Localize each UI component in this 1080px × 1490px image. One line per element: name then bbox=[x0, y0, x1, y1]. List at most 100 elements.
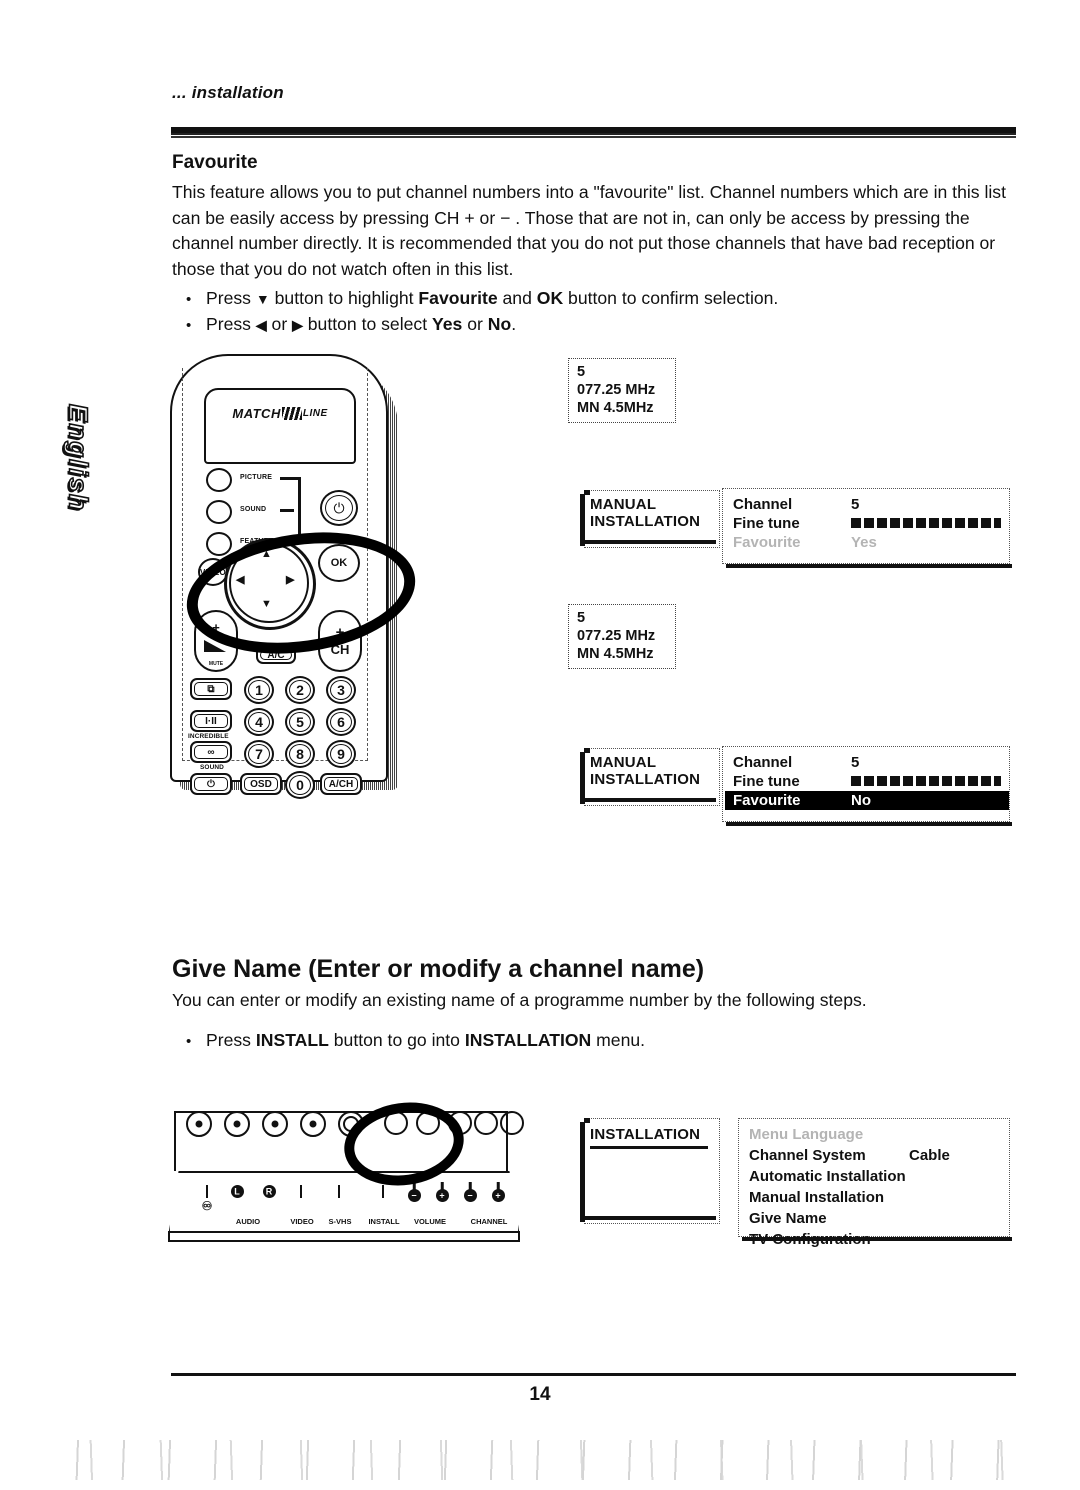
footer-rule bbox=[171, 1373, 1016, 1376]
remote-key-4[interactable]: 4 bbox=[244, 708, 274, 736]
video-jack[interactable] bbox=[300, 1111, 326, 1137]
logo-text-match: MATCH bbox=[232, 405, 281, 421]
bullet-post: button to confirm selection. bbox=[568, 288, 779, 308]
incredible-sound-icon: ∞ bbox=[207, 746, 215, 758]
remote-osd-button[interactable]: OSD bbox=[240, 773, 282, 795]
scan-artifact bbox=[60, 1440, 1020, 1480]
remote-key-7[interactable]: 7 bbox=[244, 740, 274, 768]
headphone-stem-icon bbox=[205, 1185, 209, 1198]
left-arrow-icon: ◀ bbox=[255, 317, 267, 333]
osd-install-row-menu-language[interactable]: Menu Language bbox=[739, 1124, 1009, 1145]
osd-install-automatic-label: Automatic Installation bbox=[749, 1168, 906, 1185]
remote-feature-button[interactable] bbox=[206, 532, 232, 556]
osd-install-row-manual[interactable]: Manual Installation bbox=[739, 1187, 1009, 1208]
remote-key-0-label: 0 bbox=[296, 777, 304, 793]
remote-picture-label: PICTURE bbox=[240, 474, 273, 481]
bullet-text: Press ◀ or ▶ button to select Yes or No. bbox=[206, 312, 1016, 338]
remote-key-2-label: 2 bbox=[296, 682, 304, 698]
osd-freq1-system: MN 4.5MHz bbox=[577, 400, 654, 416]
osd-install-row-channel-system[interactable]: Channel System Cable bbox=[739, 1145, 1009, 1166]
remote-key-1[interactable]: 1 bbox=[244, 676, 274, 704]
bullet-bold-installation: INSTALLATION bbox=[464, 1030, 592, 1050]
remote-picture-button[interactable] bbox=[206, 468, 232, 492]
osd-panel2-channel-value: 5 bbox=[851, 754, 860, 771]
volume-down-control[interactable]: − bbox=[404, 1189, 424, 1204]
finetune-meter-icon bbox=[851, 518, 1001, 528]
osd-installation-title-box: INSTALLATION bbox=[580, 1118, 720, 1230]
remote-ach-button[interactable]: A/CH bbox=[320, 773, 362, 795]
remote-key-3[interactable]: 3 bbox=[326, 676, 356, 704]
remote-key-1-label: 1 bbox=[255, 682, 263, 698]
osd-menu-title-box-1: MANUAL INSTALLATION bbox=[580, 490, 720, 554]
remote-dual-sound-button[interactable]: I·II bbox=[190, 710, 232, 732]
headphone-icon: ♾ bbox=[201, 1199, 213, 1213]
remote-key-6[interactable]: 6 bbox=[326, 708, 356, 736]
headphone-jack[interactable] bbox=[186, 1111, 212, 1137]
volume-up-control[interactable]: + bbox=[432, 1189, 452, 1204]
remote-power-button[interactable]: ⏻ bbox=[320, 490, 358, 526]
osd-installation-bar-left bbox=[580, 1122, 585, 1222]
video-stem-icon bbox=[299, 1185, 303, 1198]
channel-down-knob-icon: − bbox=[463, 1189, 477, 1202]
osd-panel2-favourite-label: Favourite bbox=[733, 792, 801, 809]
bullet-mid: button to select bbox=[307, 314, 428, 334]
logo-text-line: LINE bbox=[302, 407, 328, 419]
osd-freq2-channel: 5 bbox=[577, 610, 586, 626]
channel-up-control[interactable]: + bbox=[488, 1189, 508, 1204]
svhs-control[interactable] bbox=[326, 1185, 352, 1200]
remote-sound-connector bbox=[280, 509, 294, 512]
remote-incredible-sound-button[interactable]: ∞ bbox=[190, 741, 232, 763]
bullet-bold-ok: OK bbox=[536, 288, 564, 308]
remote-key-2[interactable]: 2 bbox=[285, 676, 315, 704]
bullet-mid: button to highlight bbox=[274, 288, 414, 308]
bullet-mid: button to go into bbox=[333, 1030, 460, 1050]
osd-menu-title-2: MANUAL INSTALLATION bbox=[590, 754, 701, 788]
tv-front-panel-illustration: ♾ L R AUDIO VIDEO S-VHS INSTALL − + VOLU… bbox=[168, 1095, 524, 1255]
headphone-control[interactable]: ♾ bbox=[194, 1185, 220, 1213]
osd-panel2-row-channel[interactable]: Channel 5 bbox=[723, 753, 1009, 772]
bullet-post: . bbox=[511, 314, 517, 334]
remote-osd-label: OSD bbox=[250, 778, 272, 790]
osd-panel1-row-favourite[interactable]: Favourite Yes bbox=[723, 533, 1009, 552]
channel-up-button[interactable] bbox=[500, 1111, 524, 1135]
osd-installation-title: INSTALLATION bbox=[590, 1126, 708, 1149]
volume-label: VOLUME bbox=[413, 1217, 447, 1226]
osd-install-row-give-name[interactable]: Give Name bbox=[739, 1208, 1009, 1229]
osd-panel1-row-channel[interactable]: Channel 5 bbox=[723, 495, 1009, 514]
logo-bars-icon bbox=[281, 406, 302, 420]
bullet-marker: • bbox=[186, 291, 192, 308]
remote-key-0[interactable]: 0 bbox=[285, 771, 315, 799]
page-number: 14 bbox=[529, 1384, 551, 1405]
audio-left-control[interactable]: L bbox=[224, 1185, 250, 1200]
channel-down-control[interactable]: − bbox=[460, 1189, 480, 1204]
osd-panel2-favourite-value: No bbox=[851, 792, 871, 809]
video-control[interactable] bbox=[288, 1185, 314, 1200]
remote-key-5[interactable]: 5 bbox=[285, 708, 315, 736]
favourite-paragraph: This feature allows you to put channel n… bbox=[172, 182, 1006, 279]
remote-sound-button[interactable] bbox=[206, 500, 232, 524]
osd-panel2-row-favourite[interactable]: Favourite No bbox=[725, 791, 1009, 810]
bullet-pre: Press bbox=[206, 288, 251, 308]
audio-right-knob-icon: R bbox=[262, 1185, 276, 1198]
audio-right-jack[interactable] bbox=[262, 1111, 288, 1137]
osd-frequency-display-2: 5 077.25 MHz MN 4.5MHz bbox=[568, 604, 676, 669]
right-arrow-icon: ▶ bbox=[292, 317, 303, 333]
dual-sound-icon: I·II bbox=[205, 715, 217, 727]
osd-install-row-automatic[interactable]: Automatic Installation bbox=[739, 1166, 1009, 1187]
audio-left-jack[interactable] bbox=[224, 1111, 250, 1137]
osd-panel2-row-finetune[interactable]: Fine tune bbox=[723, 772, 1009, 791]
remote-standby-button[interactable]: ⏻ bbox=[190, 773, 232, 795]
remote-key-9[interactable]: 9 bbox=[326, 740, 356, 768]
audio-right-control[interactable]: R bbox=[256, 1185, 282, 1200]
volume-minus-glyph: − bbox=[411, 1190, 417, 1200]
install-control[interactable] bbox=[370, 1185, 396, 1200]
remote-key-4-label: 4 bbox=[255, 714, 263, 730]
give-name-bullet-list: • Press INSTALL button to go into INSTAL… bbox=[186, 1028, 1016, 1054]
osd-panel2-channel-label: Channel bbox=[733, 754, 793, 771]
channel-down-button[interactable] bbox=[474, 1111, 498, 1135]
volume-up-knob-icon: + bbox=[435, 1189, 449, 1202]
remote-key-8[interactable]: 8 bbox=[285, 740, 315, 768]
osd-panel1-row-finetune[interactable]: Fine tune bbox=[723, 514, 1009, 533]
sound-caption: SOUND bbox=[200, 764, 224, 771]
remote-pip-button[interactable]: ⧉ bbox=[190, 678, 232, 700]
